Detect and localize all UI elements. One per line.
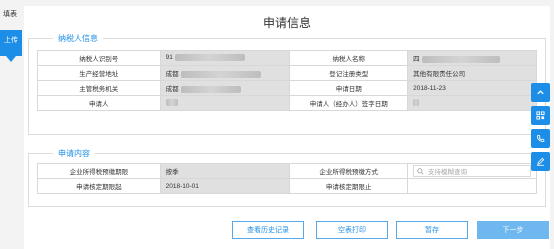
taxpayer-id-value: 91 <box>159 50 291 66</box>
page-title: 申请信息 <box>262 16 311 30</box>
taxpayer-name-value: 四 <box>407 50 537 66</box>
prepay-method-cell: 支持模糊查询 <box>406 163 538 179</box>
search-icon <box>417 167 424 175</box>
taxpayer-info-table: 纳税人识别号 91 纳税人名称 四 生产经营地址 成都 登记注册类型 其他有限责… <box>37 50 537 111</box>
application-content-table: 企业所得税预缴期限 按季 企业所得税预缴方式 支持模糊查询 申请核定期限起 20… <box>37 163 538 194</box>
taxpayer-name-label: 纳税人名称 <box>289 50 409 66</box>
applicant-sign-date-label: 申请人（经办人）签字日期 <box>289 95 409 111</box>
prepay-method-label: 企业所得税预缴方式 <box>289 163 408 179</box>
phone-icon[interactable] <box>531 129 550 148</box>
applicant-sign-date-value <box>407 95 537 111</box>
business-address-value: 成都 <box>159 65 291 81</box>
table-row: 申请人 申请人（经办人）签字日期 <box>37 95 537 111</box>
application-date-label: 申请日期 <box>289 80 409 96</box>
application-date-value: 2018-11-23 <box>407 80 537 96</box>
period-end-label: 申请核定期限止 <box>289 178 408 194</box>
registration-type-label: 登记注册类型 <box>289 65 409 81</box>
registration-type-value: 其他有限责任公司 <box>407 65 537 81</box>
tax-authority-label: 主管税务机关 <box>37 80 161 96</box>
period-start-label: 申请核定期限起 <box>37 178 161 194</box>
edit-icon[interactable] <box>531 152 550 171</box>
applicant-label: 申请人 <box>37 95 161 111</box>
table-row: 主管税务机关 成都 申请日期 2018-11-23 <box>37 80 537 96</box>
tab-upload[interactable]: 上传 <box>0 30 22 62</box>
period-start-value[interactable]: 2018-10-01 <box>159 178 291 194</box>
blank-print-button[interactable]: 空表打印 <box>316 221 388 239</box>
tab-fill-form[interactable]: 填表 <box>3 9 17 19</box>
applicant-value <box>159 95 291 111</box>
search-placeholder: 支持模糊查询 <box>427 169 467 176</box>
taxpayer-info-legend: 纳税人信息 <box>53 33 103 44</box>
table-row: 纳税人识别号 91 纳税人名称 四 <box>37 50 537 66</box>
table-row: 生产经营地址 成都 登记注册类型 其他有限责任公司 <box>37 65 537 81</box>
side-tabs: 填表 上传 <box>0 0 22 249</box>
view-history-button[interactable]: 查看历史记录 <box>232 221 304 239</box>
application-panel: 申请信息 纳税人信息 纳税人识别号 91 纳税人名称 四 生产经营地址 成都 登… <box>24 6 550 249</box>
prepay-period-value[interactable]: 按季 <box>159 163 291 179</box>
taxpayer-id-label: 纳税人识别号 <box>37 50 161 66</box>
save-draft-button[interactable]: 暂存 <box>396 221 468 239</box>
table-row: 企业所得税预缴期限 按季 企业所得税预缴方式 支持模糊查询 <box>37 163 538 179</box>
application-content-legend: 申请内容 <box>53 148 95 159</box>
table-row: 申请核定期限起 2018-10-01 申请核定期限止 <box>37 178 538 194</box>
next-step-button[interactable]: 下一步 <box>477 221 549 239</box>
prepay-period-label: 企业所得税预缴期限 <box>37 163 161 179</box>
chevron-up-icon[interactable] <box>531 83 550 102</box>
prepay-method-search-input[interactable]: 支持模糊查询 <box>412 165 531 177</box>
qrcode-icon[interactable] <box>531 106 550 125</box>
business-address-label: 生产经营地址 <box>37 65 161 81</box>
tax-authority-value: 成都 <box>159 80 291 96</box>
period-end-input[interactable] <box>406 178 538 194</box>
